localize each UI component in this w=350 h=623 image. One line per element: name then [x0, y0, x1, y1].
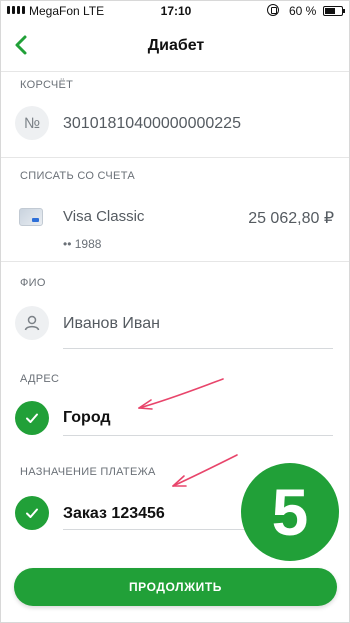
korr-account-value: 30101810400000000225 [63, 115, 241, 132]
rotation-lock-icon [267, 4, 279, 16]
card-number: •• 1988 [63, 237, 102, 251]
address-label: АДРЕС [20, 373, 60, 385]
card-balance: 25 062,80 ₽ [248, 210, 334, 227]
checkmark-glyph [26, 413, 38, 423]
screen: MegaFon LTE 17:10 60 % Диабет КОРСЧЁТ № … [0, 0, 350, 623]
purpose-label: НАЗНАЧЕНИЕ ПЛАТЕЖА [20, 466, 156, 478]
battery-percent: 60 % [289, 4, 317, 18]
debit-account-label: СПИСАТЬ СО СЧЕТА [20, 170, 135, 182]
section-divider [1, 157, 349, 158]
number-sign-glyph: № [23, 114, 41, 132]
step-number-badge: 5 [241, 463, 339, 561]
address-underline [63, 435, 333, 436]
annotation-arrow-icon [172, 454, 238, 487]
person-icon [15, 306, 49, 340]
check-icon [15, 496, 49, 530]
battery-icon [323, 6, 345, 16]
section-divider [1, 261, 349, 262]
status-bar: MegaFon LTE 17:10 60 % [1, 1, 349, 21]
purpose-input[interactable]: Заказ 123456 [63, 505, 165, 523]
continue-button[interactable]: ПРОДОЛЖИТЬ [14, 568, 337, 606]
navigation-bar: Диабет [1, 23, 349, 69]
fio-underline [63, 348, 333, 349]
card-icon [19, 208, 43, 226]
korr-account-label: КОРСЧЁТ [20, 79, 74, 91]
fio-label: ФИО [20, 277, 46, 289]
page-title: Диабет [147, 37, 205, 54]
number-sign-icon: № [15, 106, 49, 140]
checkmark-glyph [26, 508, 38, 518]
annotation-arrow-icon [138, 378, 224, 410]
person-glyph [24, 315, 40, 331]
address-input[interactable]: Город [63, 409, 111, 427]
check-icon [15, 401, 49, 435]
card-name: Visa Classic [63, 208, 145, 225]
nav-divider [1, 71, 349, 72]
fio-value: Иванов Иван [63, 315, 160, 332]
